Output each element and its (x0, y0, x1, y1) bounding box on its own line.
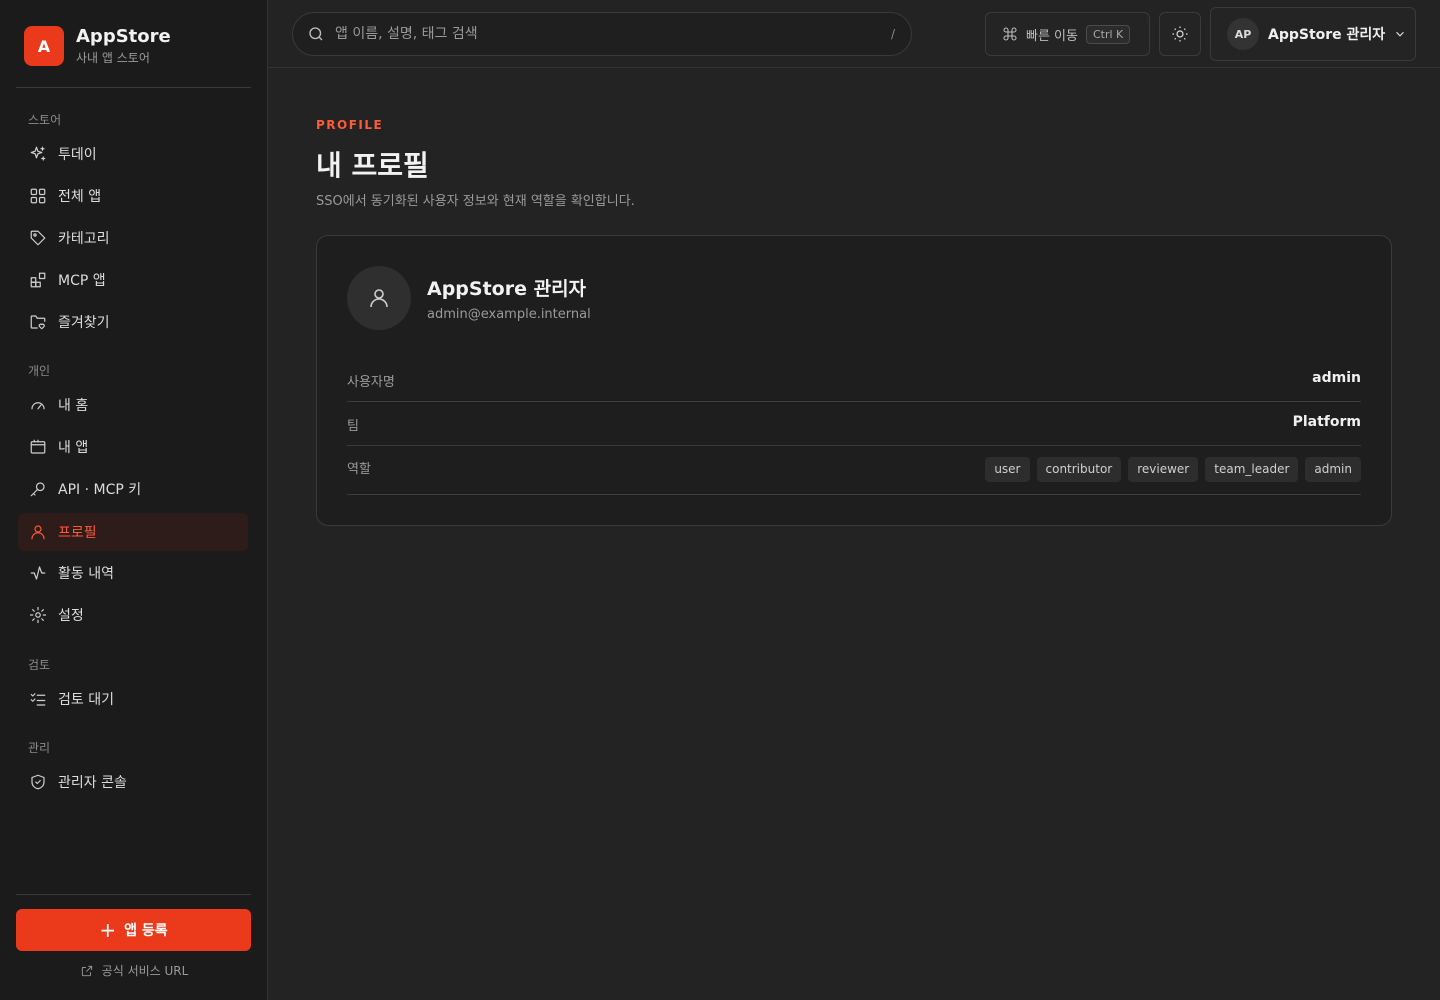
plus-icon: + (99, 918, 117, 942)
sidebar-item-label: 즐겨찾기 (58, 315, 110, 331)
info-row-username: 사용자명 admin (347, 358, 1361, 402)
info-row-roles: 역할 user contributor reviewer team_leader… (347, 446, 1361, 495)
window-icon (28, 437, 48, 457)
register-app-button[interactable]: + 앱 등록 (16, 909, 251, 951)
role-badge: contributor (1036, 457, 1122, 482)
key-icon (28, 479, 48, 499)
sidebar-item-label: API · MCP 키 (58, 482, 142, 498)
chevron-down-icon (1396, 31, 1405, 37)
info-value: admin (1312, 370, 1361, 386)
info-row-team: 팀 Platform (347, 402, 1361, 446)
role-badge: reviewer (1128, 457, 1199, 482)
info-value: Platform (1292, 414, 1361, 430)
sidebar-item-label: 활동 내역 (58, 566, 114, 582)
sidebar-item-favorites[interactable]: 즐겨찾기 (18, 303, 248, 341)
sidebar-item-review-queue[interactable]: 검토 대기 (18, 680, 248, 718)
sidebar-item-my-home[interactable]: 내 홈 (18, 386, 248, 424)
sidebar-item-profile[interactable]: 프로필 (18, 513, 248, 551)
info-label: 역할 (347, 462, 371, 477)
folder-heart-icon (28, 312, 48, 332)
sun-icon (1172, 26, 1188, 42)
sidebar-item-my-apps[interactable]: 내 앱 (18, 428, 248, 466)
sidebar-item-label: 전체 앱 (58, 189, 102, 205)
role-badge: admin (1305, 457, 1361, 482)
sidebar-item-label: MCP 앱 (58, 273, 106, 289)
sidebar-item-activity[interactable]: 활동 내역 (18, 554, 248, 592)
brand-subtitle: 사내 앱 스토어 (76, 50, 150, 65)
page-description: SSO에서 동기화된 사용자 정보와 현재 역할을 확인합니다. (316, 194, 635, 209)
search-shortcut: / (890, 27, 895, 41)
user-name: AppStore 관리자 (1268, 27, 1386, 43)
sidebar-item-label: 설정 (58, 608, 84, 624)
theme-toggle-button[interactable] (1159, 12, 1201, 56)
page-title: 내 프로필 (316, 149, 429, 182)
blocks-icon (28, 270, 48, 290)
sidebar-divider (16, 87, 251, 88)
sidebar-divider (16, 894, 251, 895)
sidebar-item-category[interactable]: 카테고리 (18, 219, 248, 257)
avatar: AP (1227, 18, 1259, 50)
search-bar[interactable]: / (292, 12, 912, 56)
gauge-icon (28, 395, 48, 415)
sparkles-icon (28, 144, 48, 164)
info-label: 사용자명 (347, 375, 395, 390)
profile-name: AppStore 관리자 (427, 278, 587, 300)
sidebar-item-label: 내 앱 (58, 440, 89, 456)
sidebar-item-label: 카테고리 (58, 231, 110, 247)
role-badges: user contributor reviewer team_leader ad… (985, 457, 1361, 482)
tag-icon (28, 228, 48, 248)
search-input[interactable] (335, 26, 891, 42)
sidebar-item-settings[interactable]: 설정 (18, 596, 248, 634)
sidebar-item-label: 내 홈 (58, 398, 89, 414)
brand[interactable]: A AppStore 사내 앱 스토어 (24, 26, 171, 66)
sidebar-item-all-apps[interactable]: 전체 앱 (18, 177, 248, 215)
official-service-link[interactable]: 공식 서비스 URL (0, 962, 268, 979)
user-icon (28, 522, 48, 542)
profile-email: admin@example.internal (427, 307, 591, 322)
search-icon (309, 27, 323, 41)
sidebar-item-label: 검토 대기 (58, 692, 114, 708)
brand-logo: A (24, 26, 64, 66)
sidebar-item-admin-console[interactable]: 관리자 콘솔 (18, 763, 248, 801)
section-label-store: 스토어 (28, 113, 62, 127)
info-label: 팀 (347, 419, 359, 434)
external-link-icon (81, 965, 92, 976)
sidebar: A AppStore 사내 앱 스토어 스토어 투데이 전체 앱 카테고리 MC… (0, 0, 268, 1000)
sidebar-item-label: 프로필 (58, 525, 97, 541)
role-badge: team_leader (1205, 457, 1299, 482)
gear-icon (28, 605, 48, 625)
profile-avatar (347, 266, 411, 330)
list-checks-icon (28, 689, 48, 709)
shortcut-kbd: Ctrl K (1085, 24, 1131, 44)
brand-title: AppStore (76, 25, 171, 47)
top-header: / 빠른 이동 Ctrl K AP AppStore 관리자 (268, 0, 1440, 68)
quick-jump-button[interactable]: 빠른 이동 Ctrl K (985, 12, 1150, 56)
page-eyebrow: PROFILE (316, 118, 384, 132)
role-badge: user (985, 457, 1030, 482)
profile-card: AppStore 관리자 admin@example.internal 사용자명… (316, 235, 1392, 526)
shield-icon (28, 772, 48, 792)
section-label-review: 검토 (28, 658, 51, 672)
sidebar-item-api-keys[interactable]: API · MCP 키 (18, 470, 248, 508)
section-label-admin: 관리 (28, 741, 51, 755)
sidebar-item-label: 관리자 콘솔 (58, 775, 127, 791)
grid-icon (28, 186, 48, 206)
sidebar-item-label: 투데이 (58, 147, 97, 163)
user-icon (370, 289, 388, 308)
sidebar-item-today[interactable]: 투데이 (18, 135, 248, 173)
activity-icon (28, 563, 48, 583)
sidebar-item-mcp-apps[interactable]: MCP 앱 (18, 261, 248, 299)
section-label-personal: 개인 (28, 364, 51, 378)
user-menu-button[interactable]: AP AppStore 관리자 (1210, 7, 1416, 61)
command-icon (1003, 27, 1017, 41)
